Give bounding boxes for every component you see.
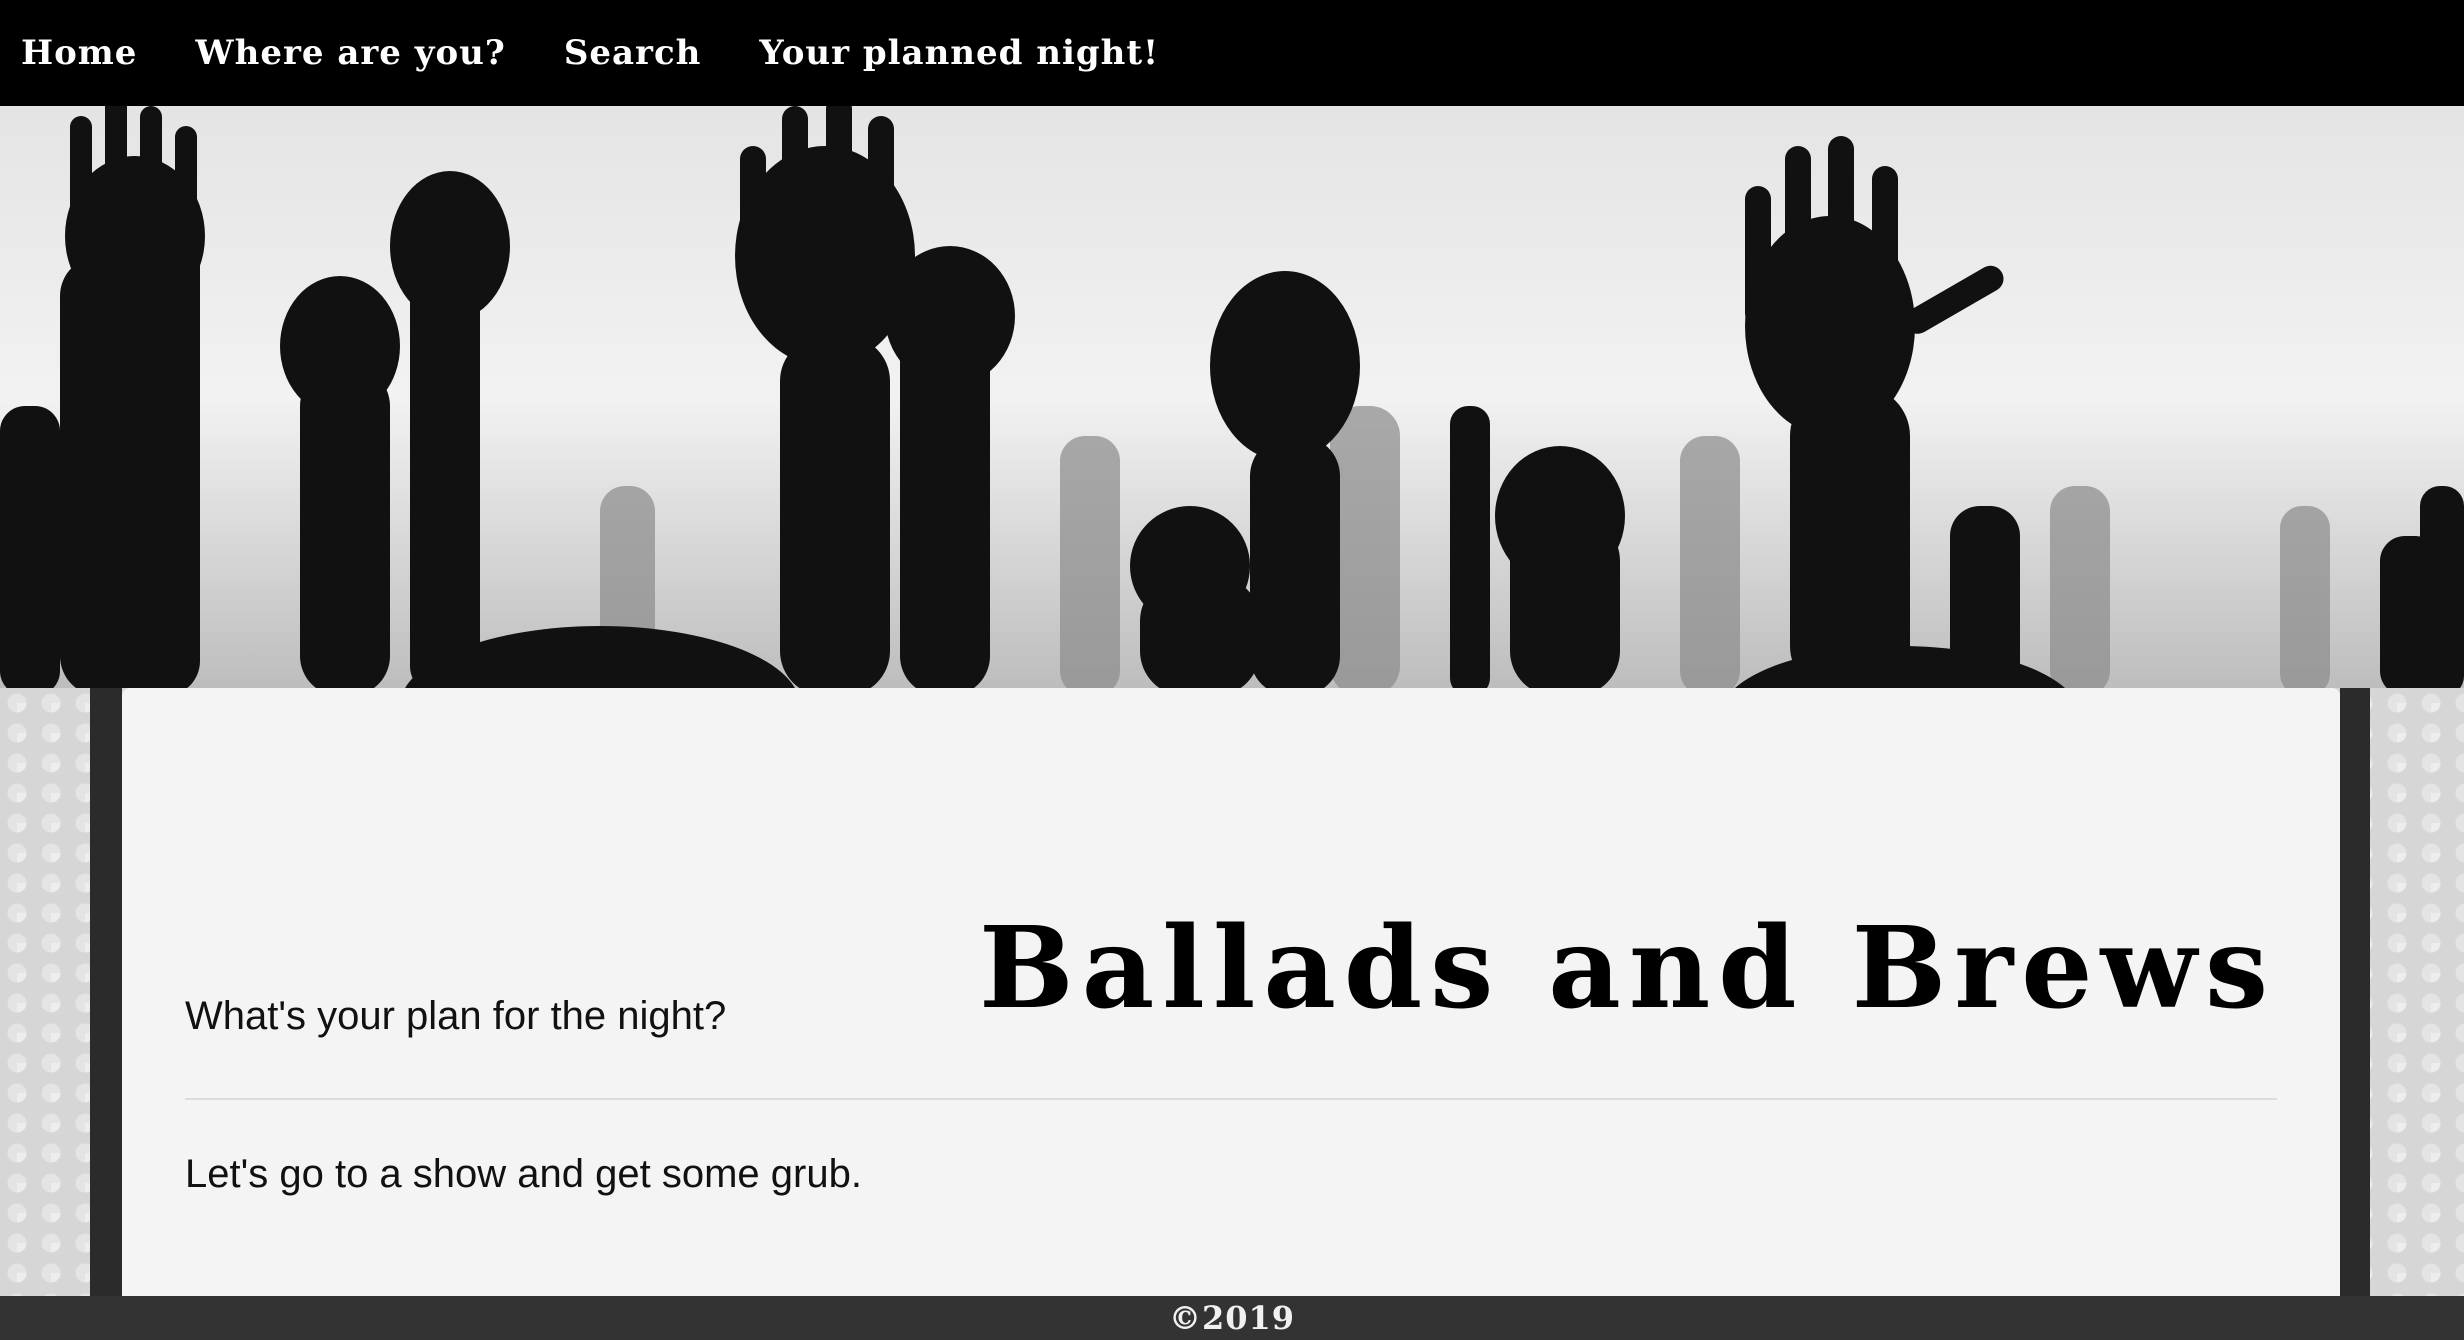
- nav-planned-night-link[interactable]: Your planned night!: [759, 33, 1159, 73]
- nav-where-are-you-link[interactable]: Where are you?: [195, 33, 505, 73]
- nav-home-link[interactable]: Home: [21, 33, 137, 73]
- plan-question-text: What's your plan for the night?: [185, 994, 727, 1038]
- top-navbar: Home Where are you? Search Your planned …: [0, 0, 2464, 106]
- nav-search-link[interactable]: Search: [564, 33, 702, 73]
- page-footer: ©2019: [0, 1296, 2464, 1340]
- plan-answer-text: Let's go to a show and get some grub.: [185, 1152, 862, 1196]
- right-side-strip: [2340, 688, 2370, 1298]
- page-title: Ballads and Brews: [979, 903, 2276, 1035]
- content-divider: [185, 1098, 2277, 1100]
- hero-banner-image: [0, 106, 2464, 688]
- raised-hands-image: [0, 106, 2464, 688]
- main-content-card: Ballads and Brews What's your plan for t…: [122, 688, 2340, 1298]
- copyright-text: ©2019: [1168, 1299, 1296, 1337]
- left-side-strip: [90, 688, 122, 1298]
